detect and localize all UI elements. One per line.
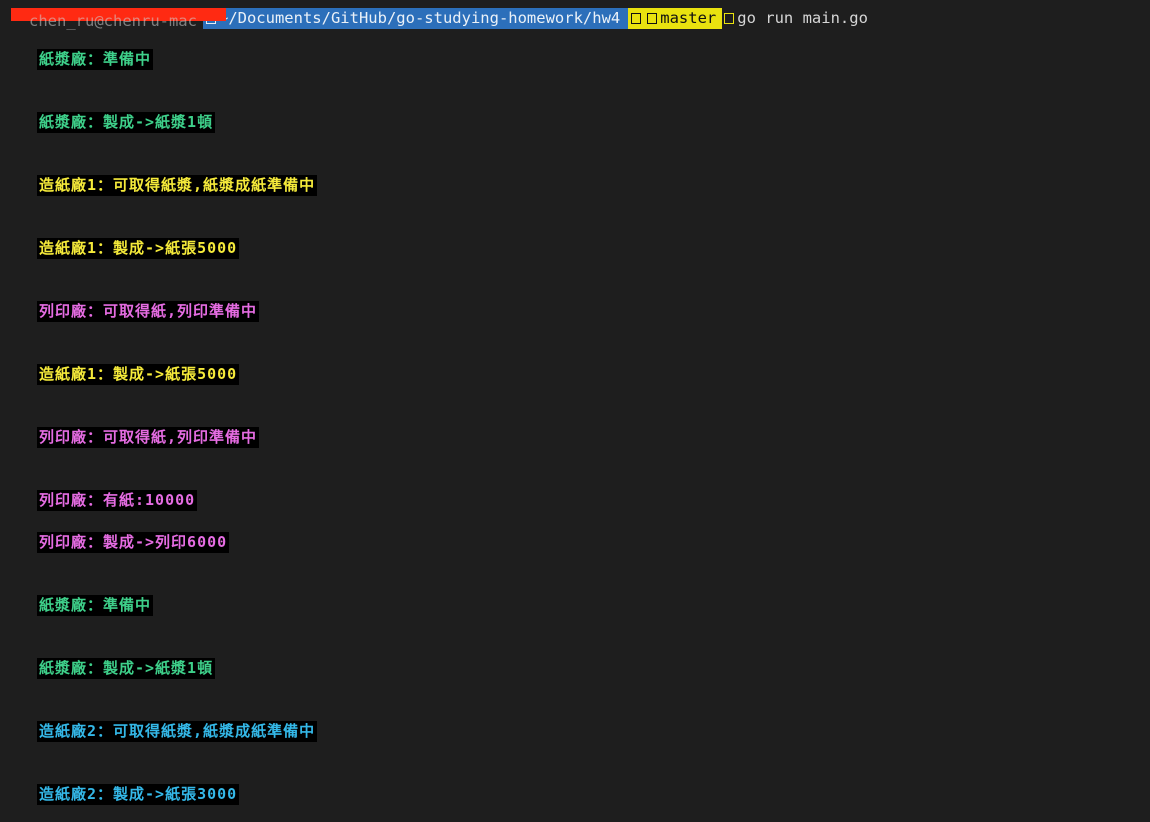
output-line: 紙漿廠：準備中 — [37, 49, 154, 70]
git-branch-icon — [647, 13, 658, 24]
prompt-command-segment: go run main.go — [722, 8, 868, 29]
output-line: 造紙廠1：製成->紙張5000 — [37, 238, 240, 259]
prompt-user-segment: chen_ru@chenru-mac — [0, 8, 226, 30]
output-line: 紙漿廠：製成->紙漿1頓 — [37, 112, 216, 133]
prompt-user-host: chen_ru@chenru-mac — [29, 12, 197, 30]
output-line: 造紙廠1：可取得紙漿,紙漿成紙準備中 — [37, 175, 318, 196]
output-line: 列印廠：有紙:10000 — [37, 490, 198, 511]
prompt-git-branch: master — [660, 9, 717, 27]
output-line: 列印廠：可取得紙,列印準備中 — [37, 427, 260, 448]
output-line: 造紙廠2：製成->紙張3000 — [37, 784, 240, 805]
separator-icon — [631, 13, 642, 24]
shell-prompt: chen_ru@chenru-mac ~/Documents/GitHub/go… — [0, 8, 868, 30]
output-line: 列印廠：可取得紙,列印準備中 — [37, 301, 260, 322]
output-line: 紙漿廠：準備中 — [37, 595, 154, 616]
output-line: 紙漿廠：製成->紙漿1頓 — [37, 658, 216, 679]
output-line: 列印廠：製成->列印6000 — [37, 532, 230, 553]
prompt-path: ~/Documents/GitHub/go-studying-homework/… — [218, 9, 621, 27]
terminal-window[interactable]: chen_ru@chenru-mac ~/Documents/GitHub/go… — [0, 0, 1150, 822]
separator-icon — [724, 13, 735, 24]
prompt-git-segment: master — [628, 8, 723, 29]
prompt-path-segment: ~/Documents/GitHub/go-studying-homework/… — [202, 8, 629, 29]
prompt-command: go run main.go — [737, 9, 868, 27]
output-line: 造紙廠1：製成->紙張5000 — [37, 364, 240, 385]
output-line: 造紙廠2：可取得紙漿,紙漿成紙準備中 — [37, 721, 318, 742]
